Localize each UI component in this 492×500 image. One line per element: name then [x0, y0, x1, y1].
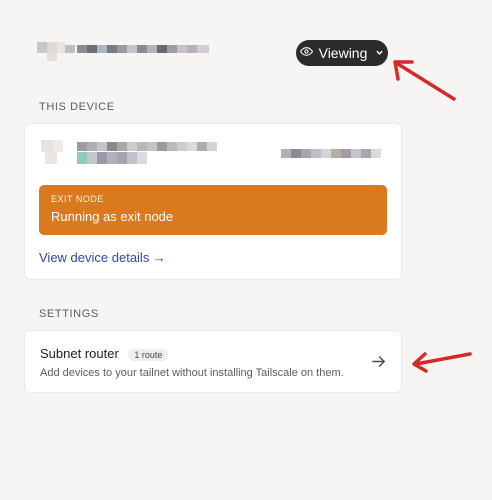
route-count-badge: 1 route — [128, 348, 169, 361]
exit-node-banner: EXIT NODE Running as exit node — [39, 185, 387, 235]
settings-section-title: SETTINGS — [39, 308, 99, 320]
subnet-router-card[interactable]: Subnet router 1 route Add devices to you… — [24, 330, 402, 393]
device-name-redacted — [37, 42, 212, 64]
annotation-arrow — [412, 352, 472, 373]
this-device-section-title: THIS DEVICE — [39, 101, 115, 113]
eye-icon — [299, 45, 313, 61]
arrow-right-icon — [371, 354, 386, 374]
subnet-router-title: Subnet router — [40, 346, 119, 361]
annotation-arrow — [393, 60, 456, 101]
exit-node-status: Running as exit node — [51, 209, 174, 224]
viewing-label: Viewing — [318, 45, 368, 61]
device-info-redacted — [41, 140, 386, 170]
exit-node-label: EXIT NODE — [51, 194, 104, 204]
chevron-down-icon — [375, 48, 384, 59]
viewing-mode-button[interactable]: Viewing — [296, 40, 388, 66]
subnet-router-description: Add devices to your tailnet without inst… — [40, 367, 344, 379]
view-device-details-link[interactable]: View device details → — [39, 250, 166, 265]
